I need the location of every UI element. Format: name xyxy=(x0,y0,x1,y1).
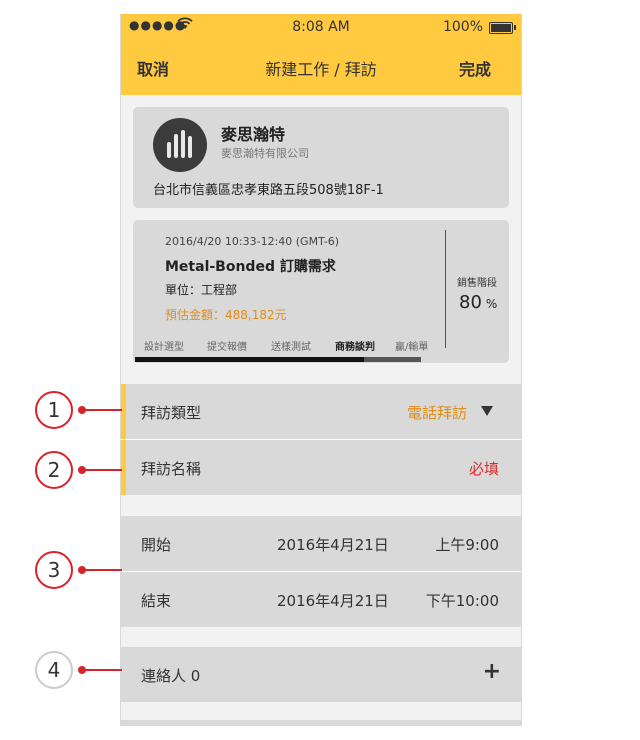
opportunity-product: Metal-Bonded 訂購需求 xyxy=(165,259,336,275)
start-date[interactable]: 2016年4月21日 xyxy=(277,534,389,555)
stage-tabs: 設計選型 提交報價 送樣測試 商務談判 贏/輸單 xyxy=(144,338,454,353)
visit-name-label: 拜訪名稱 xyxy=(141,460,202,478)
stage-progress-fill xyxy=(135,357,364,362)
stage-item: 送樣測試 xyxy=(271,342,311,353)
add-contact-icon[interactable]: + xyxy=(483,659,501,684)
header: ●●●●● 8:08 AM 100% 取消 新建工作 / 拜訪 完成 xyxy=(121,14,521,95)
opportunity-amount: 預估金額：488,182元 xyxy=(165,308,287,322)
stage-item: 設計選型 xyxy=(144,342,184,353)
stage-item: 贏/輸單 xyxy=(395,342,429,353)
callout-2: 2 xyxy=(35,451,73,489)
done-button[interactable]: 完成 xyxy=(459,56,491,80)
sales-stage-label: 銷售階段 xyxy=(457,278,497,289)
end-time[interactable]: 下午10:00 xyxy=(426,590,499,611)
stage-progress-bar xyxy=(135,357,421,362)
status-bar: ●●●●● 8:08 AM 100% xyxy=(121,17,521,38)
bottom-row-edge xyxy=(121,720,521,726)
contacts-label: 連絡人 0 xyxy=(141,667,201,685)
battery-percent: 100% xyxy=(442,19,483,35)
visit-type-label: 拜訪類型 xyxy=(141,404,202,422)
battery-icon xyxy=(489,22,513,34)
callout-3: 3 xyxy=(35,551,73,589)
stage-item-active: 商務談判 xyxy=(335,342,375,353)
start-label: 開始 xyxy=(141,536,172,554)
visit-type-value[interactable]: 電話拜訪 xyxy=(407,402,467,423)
opportunity-datetime: 2016/4/20 10:33-12:40 (GMT-6) xyxy=(165,235,340,248)
company-name: 麥思瀚特有限公司 xyxy=(221,147,309,160)
opportunity-unit: 單位：工程部 xyxy=(165,283,238,297)
contacts-row[interactable]: 連絡人 0 + xyxy=(121,647,521,702)
nav-bar: 取消 新建工作 / 拜訪 完成 xyxy=(121,56,521,80)
visit-type-row[interactable]: 拜訪類型 電話拜訪 xyxy=(121,384,521,439)
end-label: 結束 xyxy=(141,592,172,610)
start-time[interactable]: 上午9:00 xyxy=(435,534,499,555)
end-row[interactable]: 結束 2016年4月21日 下午10:00 xyxy=(121,572,521,627)
opportunity-card[interactable]: 2016/4/20 10:33-12:40 (GMT-6) Metal-Bond… xyxy=(133,220,509,363)
customer-name: 麥思瀚特 xyxy=(221,125,286,144)
customer-card[interactable]: 麥思瀚特 麥思瀚特有限公司 台北市信義區忠孝東路五段508號18F-1 xyxy=(133,107,509,208)
company-logo-icon xyxy=(153,118,207,172)
visit-name-row[interactable]: 拜訪名稱 必填 xyxy=(121,440,521,495)
start-row[interactable]: 開始 2016年4月21日 上午9:00 xyxy=(121,516,521,571)
callout-4: 4 xyxy=(35,651,73,689)
dropdown-arrow-icon[interactable] xyxy=(481,406,493,416)
callout-1: 1 xyxy=(35,391,73,429)
visit-name-required[interactable]: 必填 xyxy=(469,458,499,479)
stage-item: 提交報價 xyxy=(207,342,247,353)
customer-address: 台北市信義區忠孝東路五段508號18F-1 xyxy=(153,183,384,198)
sales-stage-value: 80% xyxy=(459,292,498,313)
divider xyxy=(445,230,446,348)
phone-screen: ●●●●● 8:08 AM 100% 取消 新建工作 / 拜訪 完成 麥思瀚特 … xyxy=(120,14,522,726)
end-date[interactable]: 2016年4月21日 xyxy=(277,590,389,611)
